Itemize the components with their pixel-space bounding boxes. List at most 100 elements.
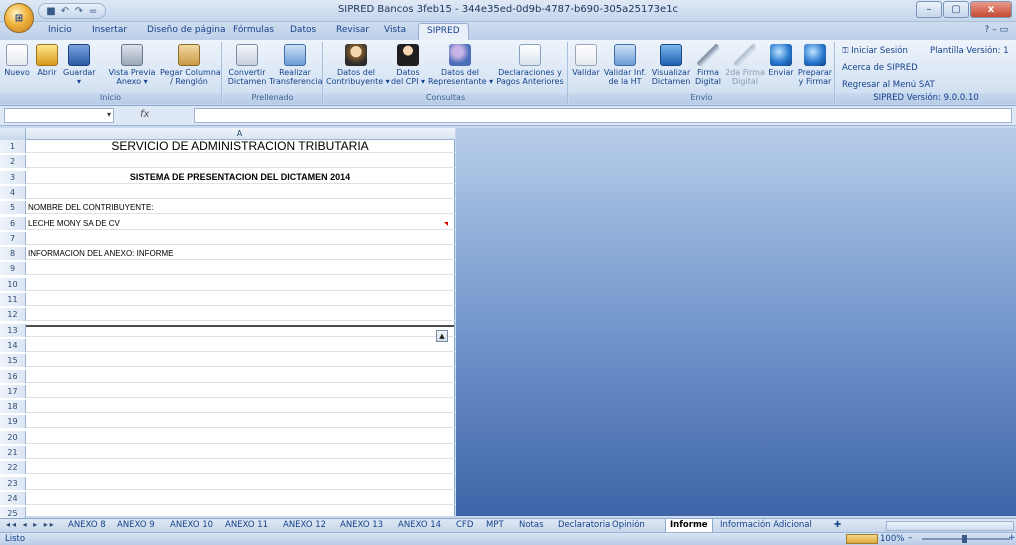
sheet-tab[interactable]: ANEXO 14 — [398, 519, 441, 532]
preparar-firmar-button[interactable]: Preparar y Firmar — [797, 44, 833, 86]
row-number[interactable]: 7 — [0, 231, 26, 245]
sheet-tab[interactable]: Opinión — [612, 519, 645, 532]
abrir-button[interactable]: Abrir — [34, 44, 60, 77]
cell-a18[interactable] — [28, 400, 452, 413]
row-number[interactable]: 6 — [0, 216, 26, 230]
sheet-tab[interactable]: Notas — [519, 519, 544, 532]
tab-insertar[interactable]: Insertar — [92, 25, 127, 35]
datos-representante-button[interactable]: Datos del Representante ▾ — [428, 44, 493, 86]
guardar-button[interactable]: Guardar ▾ — [63, 44, 96, 86]
visualizar-dictamen-button[interactable]: Visualizar Dictamen — [649, 44, 693, 86]
cell-a15[interactable] — [28, 354, 452, 367]
cell-a23[interactable] — [28, 477, 452, 490]
row-number[interactable]: 5 — [0, 201, 26, 215]
row-number[interactable]: 11 — [0, 293, 26, 306]
select-all-corner[interactable] — [0, 128, 26, 140]
sheet-tab[interactable]: ANEXO 11 — [225, 519, 268, 532]
acerca-sipred-link[interactable]: Acerca de SIPRED — [842, 63, 918, 73]
row-number[interactable]: 14 — [0, 338, 26, 352]
row-number[interactable]: 1 — [0, 140, 26, 153]
cell-a2[interactable] — [28, 155, 452, 168]
convertir-dictamen-button[interactable]: Convertir Dictamen — [227, 44, 267, 86]
enviar-button[interactable]: Enviar — [767, 44, 795, 77]
row-number[interactable]: 21 — [0, 446, 26, 459]
maximize-button[interactable]: ▢ — [943, 1, 969, 18]
row-number[interactable]: 3 — [0, 170, 26, 184]
cell-a19[interactable] — [28, 415, 452, 428]
cell-a1[interactable]: SERVICIO DE ADMINISTRACION TRIBUTARIA — [28, 140, 452, 153]
sheet-tab[interactable]: ANEXO 10 — [170, 519, 213, 532]
tab-formulas[interactable]: Fórmulas — [233, 25, 274, 35]
insert-sheet-icon[interactable]: ✚ — [834, 519, 841, 532]
sheet-tab[interactable]: Información Adicional — [720, 519, 812, 532]
sheet-tab[interactable]: ANEXO 8 — [68, 519, 106, 532]
horizontal-scrollbar[interactable] — [886, 521, 1014, 531]
office-button[interactable]: ⊞ — [4, 3, 34, 33]
datos-contribuyente-button[interactable]: Datos del Contribuyente ▾ — [326, 44, 390, 86]
datos-cpi-button[interactable]: Datos del CPI ▾ — [388, 44, 428, 86]
tab-sipred[interactable]: SIPRED — [418, 23, 469, 41]
sheet-nav-buttons[interactable]: ◂◂ ◂ ▸ ▸▸ — [6, 520, 56, 529]
row-number[interactable]: 4 — [0, 185, 26, 199]
cell-a20[interactable] — [28, 431, 452, 444]
cell-a12[interactable] — [28, 308, 452, 321]
vista-previa-button[interactable]: Vista Previa Anexo ▾ — [107, 44, 157, 86]
row-number[interactable]: 20 — [0, 430, 26, 444]
validar-button[interactable]: Validar — [571, 44, 601, 77]
row-number[interactable]: 17 — [0, 384, 26, 398]
zoom-out-button[interactable]: – — [908, 533, 913, 543]
tab-inicio[interactable]: Inicio — [48, 25, 72, 35]
chevron-down-icon[interactable]: ▾ — [107, 110, 111, 119]
pegar-columna-button[interactable]: Pegar Columna / Renglón — [160, 44, 221, 86]
pane-split[interactable] — [26, 325, 454, 327]
row-number[interactable]: 24 — [0, 491, 26, 505]
row-number[interactable]: 12 — [0, 308, 26, 322]
cell-a24[interactable] — [28, 492, 452, 505]
tab-diseno-pagina[interactable]: Diseño de página — [147, 25, 226, 35]
cell-a8[interactable]: INFORMACION DEL ANEXO: INFORME — [28, 247, 452, 260]
cell-a9[interactable] — [28, 262, 452, 275]
name-box[interactable]: ▾ — [4, 108, 114, 123]
cell-a14[interactable] — [28, 339, 452, 352]
row-number[interactable]: 10 — [0, 277, 26, 291]
cell-a17[interactable] — [28, 385, 452, 398]
fx-icon[interactable]: fx — [140, 109, 149, 120]
sheet-tab[interactable]: ANEXO 9 — [117, 519, 155, 532]
tab-vista[interactable]: Vista — [384, 25, 406, 35]
zoom-level[interactable]: 100% — [880, 534, 904, 544]
cell-a21[interactable] — [28, 446, 452, 459]
row-number[interactable]: 2 — [0, 155, 26, 169]
formula-input[interactable] — [194, 108, 1012, 123]
row-number[interactable]: 9 — [0, 262, 26, 276]
row-number[interactable]: 15 — [0, 354, 26, 368]
cell-a3[interactable]: SISTEMA DE PRESENTACION DEL DICTAMEN 201… — [28, 171, 452, 184]
sheet-tab[interactable]: Declaratoria — [558, 519, 610, 532]
scroll-up-button[interactable]: ▲ — [436, 330, 448, 342]
regresar-menu-link[interactable]: Regresar al Menú SAT — [842, 80, 935, 90]
sheet-tab[interactable]: ANEXO 12 — [283, 519, 326, 532]
row-number[interactable]: 13 — [0, 323, 26, 337]
firma-digital-button[interactable]: Firma Digital — [693, 44, 723, 86]
row-number[interactable]: 8 — [0, 247, 26, 261]
view-buttons[interactable] — [846, 534, 878, 544]
cell-a16[interactable] — [28, 370, 452, 383]
sheet-tab[interactable]: CFD — [456, 519, 473, 532]
sheet-tab[interactable]: MPT — [486, 519, 504, 532]
close-button[interactable]: x — [970, 1, 1012, 18]
row-number[interactable]: 23 — [0, 476, 26, 490]
row-number[interactable]: 19 — [0, 415, 26, 429]
iniciar-sesion-link[interactable]: ⚿ Iniciar Sesión — [842, 46, 908, 56]
validar-ht-button[interactable]: Validar Inf. de la HT — [603, 44, 647, 86]
tab-datos[interactable]: Datos — [290, 25, 316, 35]
cell-a7[interactable] — [28, 232, 452, 245]
cell-a5[interactable]: NOMBRE DEL CONTRIBUYENTE: — [28, 201, 452, 214]
row-number[interactable]: 18 — [0, 400, 26, 414]
zoom-slider-thumb[interactable] — [962, 535, 967, 543]
nuevo-button[interactable]: Nuevo — [4, 44, 30, 77]
minimize-button[interactable]: – — [916, 1, 942, 18]
tab-revisar[interactable]: Revisar — [336, 25, 369, 35]
row-number[interactable]: 16 — [0, 369, 26, 383]
cell-a10[interactable] — [28, 278, 452, 291]
cell-a6[interactable]: LECHE MONY SA DE CV — [28, 217, 452, 230]
realizar-transferencia-button[interactable]: Realizar Transferencia — [269, 44, 323, 86]
